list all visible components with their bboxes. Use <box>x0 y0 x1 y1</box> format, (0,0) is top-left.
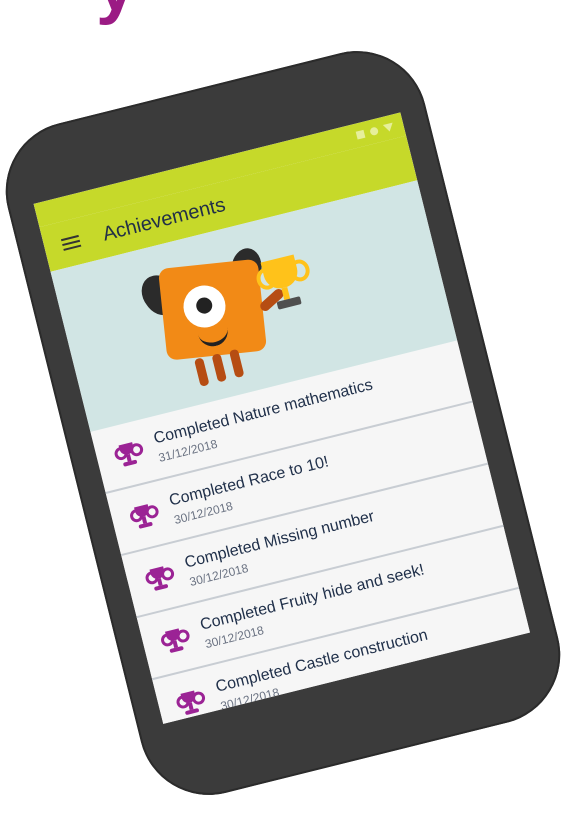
page-title-fragment: y <box>96 0 142 22</box>
trophy-icon <box>143 563 176 595</box>
menu-icon[interactable] <box>60 234 82 251</box>
mascot-leg <box>194 357 210 387</box>
wifi-icon <box>369 126 379 137</box>
trophy-icon <box>128 501 160 533</box>
trophy-icon <box>159 625 191 657</box>
app-screen: Achievements Completed Nature mathematic… <box>33 112 531 724</box>
battery-icon <box>382 122 395 133</box>
signal-icon <box>355 129 366 140</box>
phone-mockup: Achievements Completed Nature mathematic… <box>0 36 576 810</box>
trophy-icon <box>174 687 207 719</box>
mascot-leg <box>211 353 228 383</box>
mascot-leg <box>228 348 245 379</box>
trophy-icon <box>112 439 145 471</box>
